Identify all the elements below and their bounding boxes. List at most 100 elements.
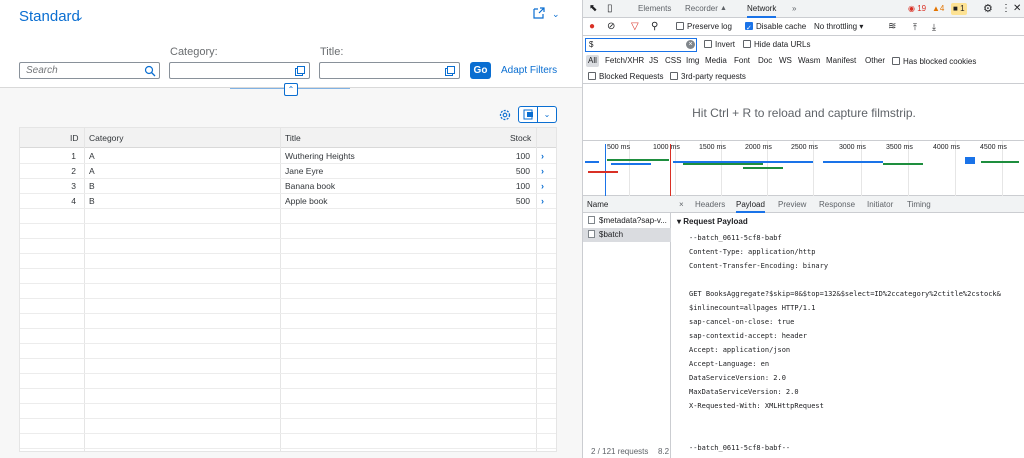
- table-row[interactable]: 1 A Wuthering Heights 100 ›: [20, 149, 556, 164]
- chevron-down-icon[interactable]: ⌄: [75, 10, 84, 23]
- request-row[interactable]: $batch: [583, 228, 671, 242]
- tab-timing[interactable]: Timing: [907, 196, 931, 213]
- export-button[interactable]: [518, 106, 538, 123]
- table-row[interactable]: 2 A Jane Eyre 500 ›: [20, 164, 556, 179]
- waterfall-bar: [981, 161, 1019, 163]
- tab-headers[interactable]: Headers: [695, 196, 725, 213]
- table-row[interactable]: 3 B Banana book 100 ›: [20, 179, 556, 194]
- type-filter-wasm[interactable]: Wasm: [796, 55, 822, 67]
- type-filter-fetch-xhr[interactable]: Fetch/XHR: [603, 55, 646, 67]
- throttling-select[interactable]: No throttling ▾: [814, 18, 863, 36]
- settings-gear-icon[interactable]: [498, 108, 512, 122]
- type-filter-img[interactable]: Img: [684, 55, 701, 67]
- tab-response[interactable]: Response: [819, 196, 855, 213]
- filter-input[interactable]: $: [585, 38, 697, 52]
- category-field[interactable]: [169, 62, 310, 79]
- type-filter-all[interactable]: All: [586, 55, 599, 67]
- type-filter-js[interactable]: JS: [647, 55, 660, 67]
- tab-elements[interactable]: Elements: [638, 0, 671, 18]
- share-icon[interactable]: [532, 6, 552, 24]
- inspect-icon[interactable]: ⬉: [589, 0, 597, 18]
- clear-icon[interactable]: ⊘: [607, 18, 615, 36]
- blocked-requests-checkbox[interactable]: Blocked Requests: [588, 71, 663, 83]
- payload-line: Content-Type: application/http: [689, 248, 816, 256]
- chevron-up-icon: ⌃: [287, 85, 295, 94]
- search-icon[interactable]: [144, 65, 156, 77]
- record-icon[interactable]: ●: [589, 18, 595, 36]
- navigation-chevron-icon[interactable]: ›: [541, 179, 544, 194]
- chevron-down-icon[interactable]: ⌄: [552, 9, 560, 20]
- go-button[interactable]: Go: [470, 62, 491, 79]
- request-count: 2 / 121 requests: [591, 447, 649, 456]
- type-filter-manifest[interactable]: Manifest: [824, 55, 858, 67]
- value-help-icon[interactable]: [294, 65, 306, 77]
- cell-id: 2: [71, 166, 76, 176]
- variant-title[interactable]: Standard: [19, 8, 80, 25]
- table-row: [20, 434, 556, 449]
- load-marker: [670, 144, 671, 196]
- collapse-header-button[interactable]: ⌃: [284, 83, 298, 96]
- chevron-down-icon: ⌄: [543, 110, 551, 119]
- tab-preview[interactable]: Preview: [778, 196, 806, 213]
- third-party-checkbox[interactable]: 3rd-party requests: [670, 71, 746, 83]
- type-filter-css[interactable]: CSS: [663, 55, 683, 67]
- invert-checkbox[interactable]: Invert: [704, 39, 735, 51]
- tab-payload[interactable]: Payload: [736, 196, 765, 213]
- waterfall-bar: [607, 159, 669, 161]
- waterfall-bar: [611, 163, 651, 165]
- export-menu-button[interactable]: ⌄: [538, 106, 557, 123]
- type-filter-ws[interactable]: WS: [777, 55, 794, 67]
- column-header-category[interactable]: Category: [89, 128, 124, 148]
- title-field[interactable]: [319, 62, 460, 79]
- disable-cache-checkbox[interactable]: Disable cache: [745, 18, 806, 38]
- cell-title: Wuthering Heights: [285, 151, 355, 161]
- upload-icon[interactable]: ⤒: [913, 18, 917, 36]
- hide-data-urls-checkbox[interactable]: Hide data URLs: [743, 39, 810, 51]
- column-header-stock[interactable]: Stock: [510, 128, 531, 148]
- close-icon[interactable]: ✕: [1013, 0, 1021, 18]
- request-payload-title[interactable]: ▾ Request Payload: [677, 217, 748, 226]
- network-conditions-icon[interactable]: ≋: [888, 18, 896, 36]
- request-row[interactable]: $metadata?sap-v...: [583, 214, 671, 228]
- download-icon[interactable]: ⤓: [932, 18, 936, 36]
- navigation-chevron-icon[interactable]: ›: [541, 149, 544, 164]
- tab-initiator[interactable]: Initiator: [867, 196, 893, 213]
- adapt-filters-button[interactable]: Adapt Filters: [501, 65, 557, 76]
- search-input[interactable]: Search: [19, 62, 160, 79]
- column-header-title[interactable]: Title: [285, 128, 301, 148]
- search-icon[interactable]: ⚲: [651, 18, 658, 36]
- cell-category: A: [89, 151, 95, 161]
- value-help-icon[interactable]: [444, 65, 456, 77]
- type-filter-media[interactable]: Media: [703, 55, 729, 67]
- search-placeholder: Search: [26, 65, 58, 76]
- preserve-log-checkbox[interactable]: Preserve log: [676, 18, 732, 36]
- document-icon: [588, 230, 595, 238]
- column-header-id[interactable]: ID: [70, 128, 79, 148]
- device-toolbar-icon[interactable]: ▯: [607, 0, 613, 18]
- filmstrip-message: Hit Ctrl + R to reload and capture films…: [692, 106, 916, 120]
- network-overview[interactable]: 500 ms 1000 ms 1500 ms 2000 ms 2500 ms 3000 m…: [583, 140, 1024, 197]
- type-filter-doc[interactable]: Doc: [756, 55, 774, 67]
- type-filter-font[interactable]: Font: [732, 55, 752, 67]
- name-column-header[interactable]: Name: [583, 196, 671, 213]
- table-row: [20, 419, 556, 434]
- tab-recorder[interactable]: Recorder: [685, 0, 718, 18]
- info-badge[interactable]: ■ 1: [951, 3, 967, 15]
- close-icon[interactable]: ×: [679, 196, 684, 213]
- tab-more[interactable]: »: [792, 0, 796, 18]
- settings-gear-icon[interactable]: ⚙: [983, 0, 993, 18]
- cell-category: A: [89, 166, 95, 176]
- navigation-chevron-icon[interactable]: ›: [541, 194, 544, 209]
- navigation-chevron-icon[interactable]: ›: [541, 164, 544, 179]
- tab-network[interactable]: Network: [747, 0, 777, 18]
- clear-filter-icon[interactable]: ×: [686, 40, 695, 49]
- table-row[interactable]: 4 B Apple book 500 ›: [20, 194, 556, 209]
- error-badge[interactable]: ◉ 19: [906, 3, 928, 15]
- warning-badge[interactable]: ▲4: [930, 3, 946, 15]
- type-filter-other[interactable]: Other: [863, 55, 887, 67]
- has-blocked-cookies-checkbox[interactable]: Has blocked cookies: [892, 56, 976, 68]
- filter-icon[interactable]: ▽: [631, 18, 639, 36]
- checkbox-icon: [892, 57, 900, 65]
- payload-line: $inlinecount=allpages HTTP/1.1: [689, 304, 816, 312]
- more-options-icon[interactable]: ⋮: [1001, 0, 1011, 18]
